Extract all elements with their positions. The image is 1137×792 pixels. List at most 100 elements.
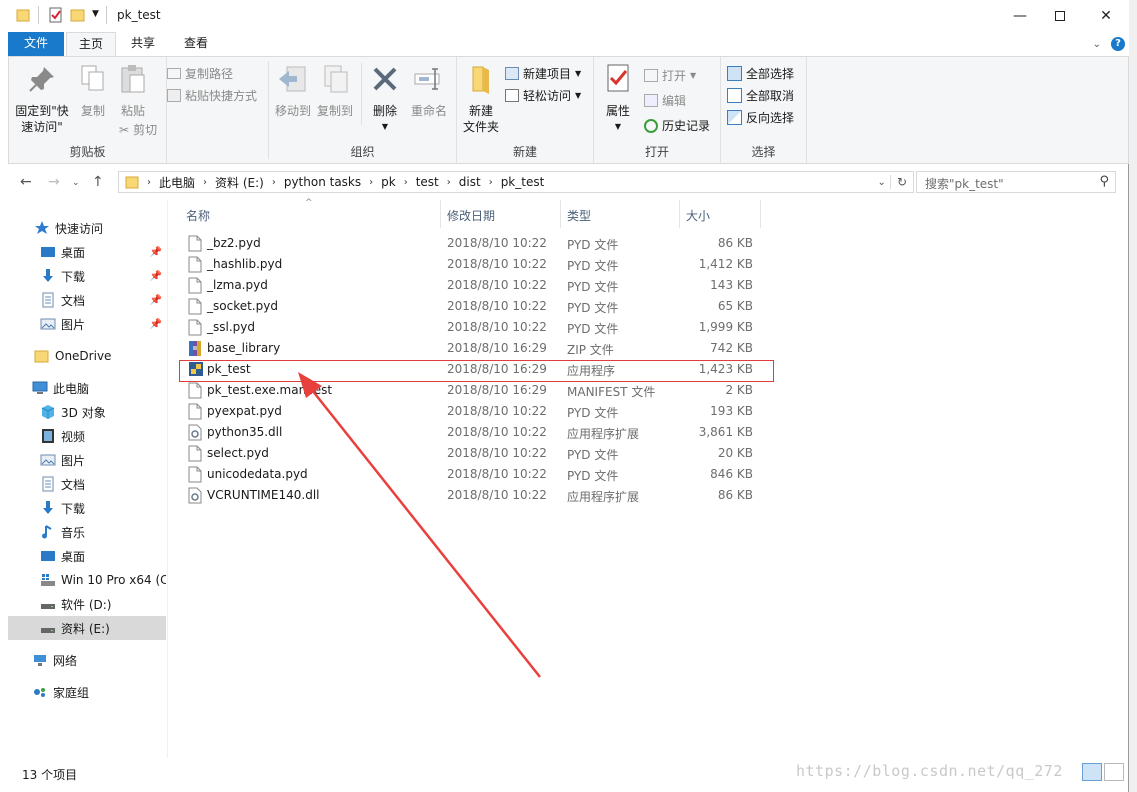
file-row[interactable]: select.pyd 2018/8/10 10:22 PYD 文件 20 KB — [180, 443, 1120, 464]
file-row[interactable]: python35.dll 2018/8/10 10:22 应用程序扩展 3,861 K… — [180, 422, 1120, 443]
breadcrumb-drive-e[interactable]: 资料 (E:) — [209, 174, 270, 191]
nav-drive-e[interactable]: 资料 (E:) — [8, 616, 166, 640]
breadcrumb-sep[interactable]: › — [201, 177, 209, 188]
properties-button[interactable]: 属性 ▼ — [598, 63, 638, 135]
column-date[interactable]: 修改日期 — [447, 207, 495, 224]
back-arrow-icon[interactable]: ← — [20, 174, 32, 190]
file-row[interactable]: _bz2.pyd 2018/8/10 10:22 PYD 文件 86 KB — [180, 233, 1120, 254]
rename-button[interactable]: 重命名 — [407, 63, 451, 119]
nav-qa-desktop[interactable]: 桌面 📌 — [8, 240, 166, 264]
file-row[interactable]: VCRUNTIME140.dll 2018/8/10 10:22 应用程序扩展 86 … — [180, 485, 1120, 506]
tab-view[interactable]: 查看 — [170, 32, 222, 56]
nav-downloads[interactable]: 下载 — [8, 496, 166, 520]
copy-button[interactable]: 复制 — [75, 63, 111, 119]
search-input[interactable]: 搜索"pk_test" ⚲ — [916, 171, 1116, 193]
new-folder-qa-icon[interactable] — [70, 7, 86, 23]
column-name[interactable]: 名称 — [186, 207, 210, 224]
file-row[interactable]: _ssl.pyd 2018/8/10 10:22 PYD 文件 1,999 KB — [180, 317, 1120, 338]
up-arrow-icon[interactable]: ↑ — [92, 174, 104, 190]
column-divider[interactable] — [560, 200, 561, 228]
cut-button[interactable]: ✂ 剪切 — [119, 121, 157, 138]
qa-dropdown-icon[interactable]: ▼ — [92, 9, 99, 19]
forward-arrow-icon[interactable]: → — [48, 174, 60, 190]
column-divider[interactable] — [440, 200, 441, 228]
nav-qa-documents[interactable]: 文档 📌 — [8, 288, 166, 312]
breadcrumb-python-tasks[interactable]: python tasks — [278, 175, 367, 189]
pin-icon[interactable]: 📌 — [150, 271, 162, 282]
file-row[interactable]: pyexpat.pyd 2018/8/10 10:22 PYD 文件 193 KB — [180, 401, 1120, 422]
tab-home[interactable]: 主页 — [66, 32, 116, 56]
large-icons-view-icon[interactable] — [1104, 763, 1124, 781]
history-button[interactable]: 历史记录 — [644, 117, 710, 134]
breadcrumb-sep[interactable]: › — [367, 177, 375, 188]
paste-button[interactable]: 粘贴 — [113, 63, 153, 119]
paste-shortcut-button[interactable]: 粘贴快捷方式 — [167, 87, 257, 104]
recent-dropdown-icon[interactable]: ⌄ — [72, 178, 80, 188]
copy-path-button[interactable]: 复制路径 — [167, 65, 233, 82]
nav-3d-objects[interactable]: 3D 对象 — [8, 400, 166, 424]
nav-documents[interactable]: 文档 — [8, 472, 166, 496]
breadcrumb-sep[interactable]: › — [270, 177, 278, 188]
breadcrumb-pk-test[interactable]: pk_test — [495, 175, 551, 189]
breadcrumb-dist[interactable]: dist — [453, 175, 487, 189]
open-button[interactable]: 打开 ▼ — [644, 67, 696, 84]
properties-qa-icon[interactable] — [48, 7, 64, 23]
select-all-button[interactable]: 全部选择 — [727, 65, 794, 82]
column-divider[interactable] — [760, 200, 761, 228]
invert-selection-button[interactable]: 反向选择 — [727, 109, 794, 126]
nav-drive-c[interactable]: Win 10 Pro x64 (C — [8, 568, 166, 592]
easy-access-button[interactable]: 轻松访问 ▼ — [505, 87, 581, 104]
address-bar[interactable]: › 此电脑 › 资料 (E:) › python tasks › pk › test › … — [118, 171, 914, 193]
expand-ribbon-icon[interactable]: ⌄ — [1093, 39, 1101, 50]
column-size[interactable]: 大小 — [686, 207, 710, 224]
breadcrumb-sep[interactable]: › — [487, 177, 495, 188]
nav-network[interactable]: 网络 — [8, 648, 166, 672]
nav-music[interactable]: 音乐 — [8, 520, 166, 544]
file-row[interactable]: _hashlib.pyd 2018/8/10 10:22 PYD 文件 1,412 K… — [180, 254, 1120, 275]
column-divider[interactable] — [679, 200, 680, 228]
properties-dropdown-icon[interactable]: ▼ — [598, 119, 638, 135]
nav-pictures[interactable]: 图片 — [8, 448, 166, 472]
new-folder-button[interactable]: 新建 文件夹 — [461, 63, 501, 135]
breadcrumb-sep[interactable]: › — [145, 177, 153, 188]
nav-desktop[interactable]: 桌面 — [8, 544, 166, 568]
nav-homegroup[interactable]: 家庭组 — [8, 680, 166, 704]
details-view-icon[interactable] — [1082, 763, 1102, 781]
help-icon[interactable]: ? — [1111, 37, 1125, 51]
nav-this-pc[interactable]: 此电脑 — [8, 376, 166, 400]
edit-button[interactable]: 编辑 — [644, 92, 686, 109]
pin-icon[interactable]: 📌 — [150, 247, 162, 258]
file-row[interactable]: unicodedata.pyd 2018/8/10 10:22 PYD 文件 846 … — [180, 464, 1120, 485]
copy-to-button[interactable]: 复制到 — [315, 63, 355, 119]
close-button[interactable]: ✕ — [1083, 0, 1129, 32]
nav-quick-access[interactable]: 快速访问 — [8, 216, 166, 240]
tab-file[interactable]: 文件 — [8, 32, 64, 56]
refresh-icon[interactable]: ↻ — [889, 175, 913, 189]
select-none-button[interactable]: 全部取消 — [727, 87, 794, 104]
nav-drive-d[interactable]: 软件 (D:) — [8, 592, 166, 616]
breadcrumb-sep[interactable]: › — [402, 177, 410, 188]
breadcrumb-test[interactable]: test — [410, 175, 445, 189]
pin-quick-access-button[interactable]: 固定到"快 速访问" — [11, 63, 73, 135]
address-dropdown-icon[interactable]: ⌄ — [874, 177, 890, 188]
pin-icon[interactable]: 📌 — [150, 295, 162, 306]
file-row[interactable]: base_library 2018/8/10 16:29 ZIP 文件 742 KB — [180, 338, 1120, 359]
file-row[interactable]: pk_test.exe.manifest 2018/8/10 16:29 MANIF… — [180, 380, 1120, 401]
new-item-button[interactable]: 新建项目 ▼ — [505, 65, 581, 82]
nav-qa-pictures[interactable]: 图片 📌 — [8, 312, 166, 336]
nav-videos[interactable]: 视频 — [8, 424, 166, 448]
delete-dropdown-icon[interactable]: ▼ — [367, 119, 403, 135]
nav-onedrive[interactable]: OneDrive — [8, 344, 166, 368]
file-row[interactable]: _socket.pyd 2018/8/10 10:22 PYD 文件 65 KB — [180, 296, 1120, 317]
maximize-button[interactable] — [1037, 0, 1083, 32]
column-type[interactable]: 类型 — [567, 207, 591, 224]
nav-qa-downloads[interactable]: 下载 📌 — [8, 264, 166, 288]
move-to-button[interactable]: 移动到 — [273, 63, 313, 119]
delete-button[interactable]: 删除 ▼ — [367, 63, 403, 135]
file-row[interactable]: _lzma.pyd 2018/8/10 10:22 PYD 文件 143 KB — [180, 275, 1120, 296]
tab-share[interactable]: 共享 — [118, 32, 168, 56]
pin-icon[interactable]: 📌 — [150, 319, 162, 330]
breadcrumb-sep[interactable]: › — [445, 177, 453, 188]
breadcrumb-this-pc[interactable]: 此电脑 — [153, 174, 201, 191]
breadcrumb-pk[interactable]: pk — [375, 175, 402, 189]
